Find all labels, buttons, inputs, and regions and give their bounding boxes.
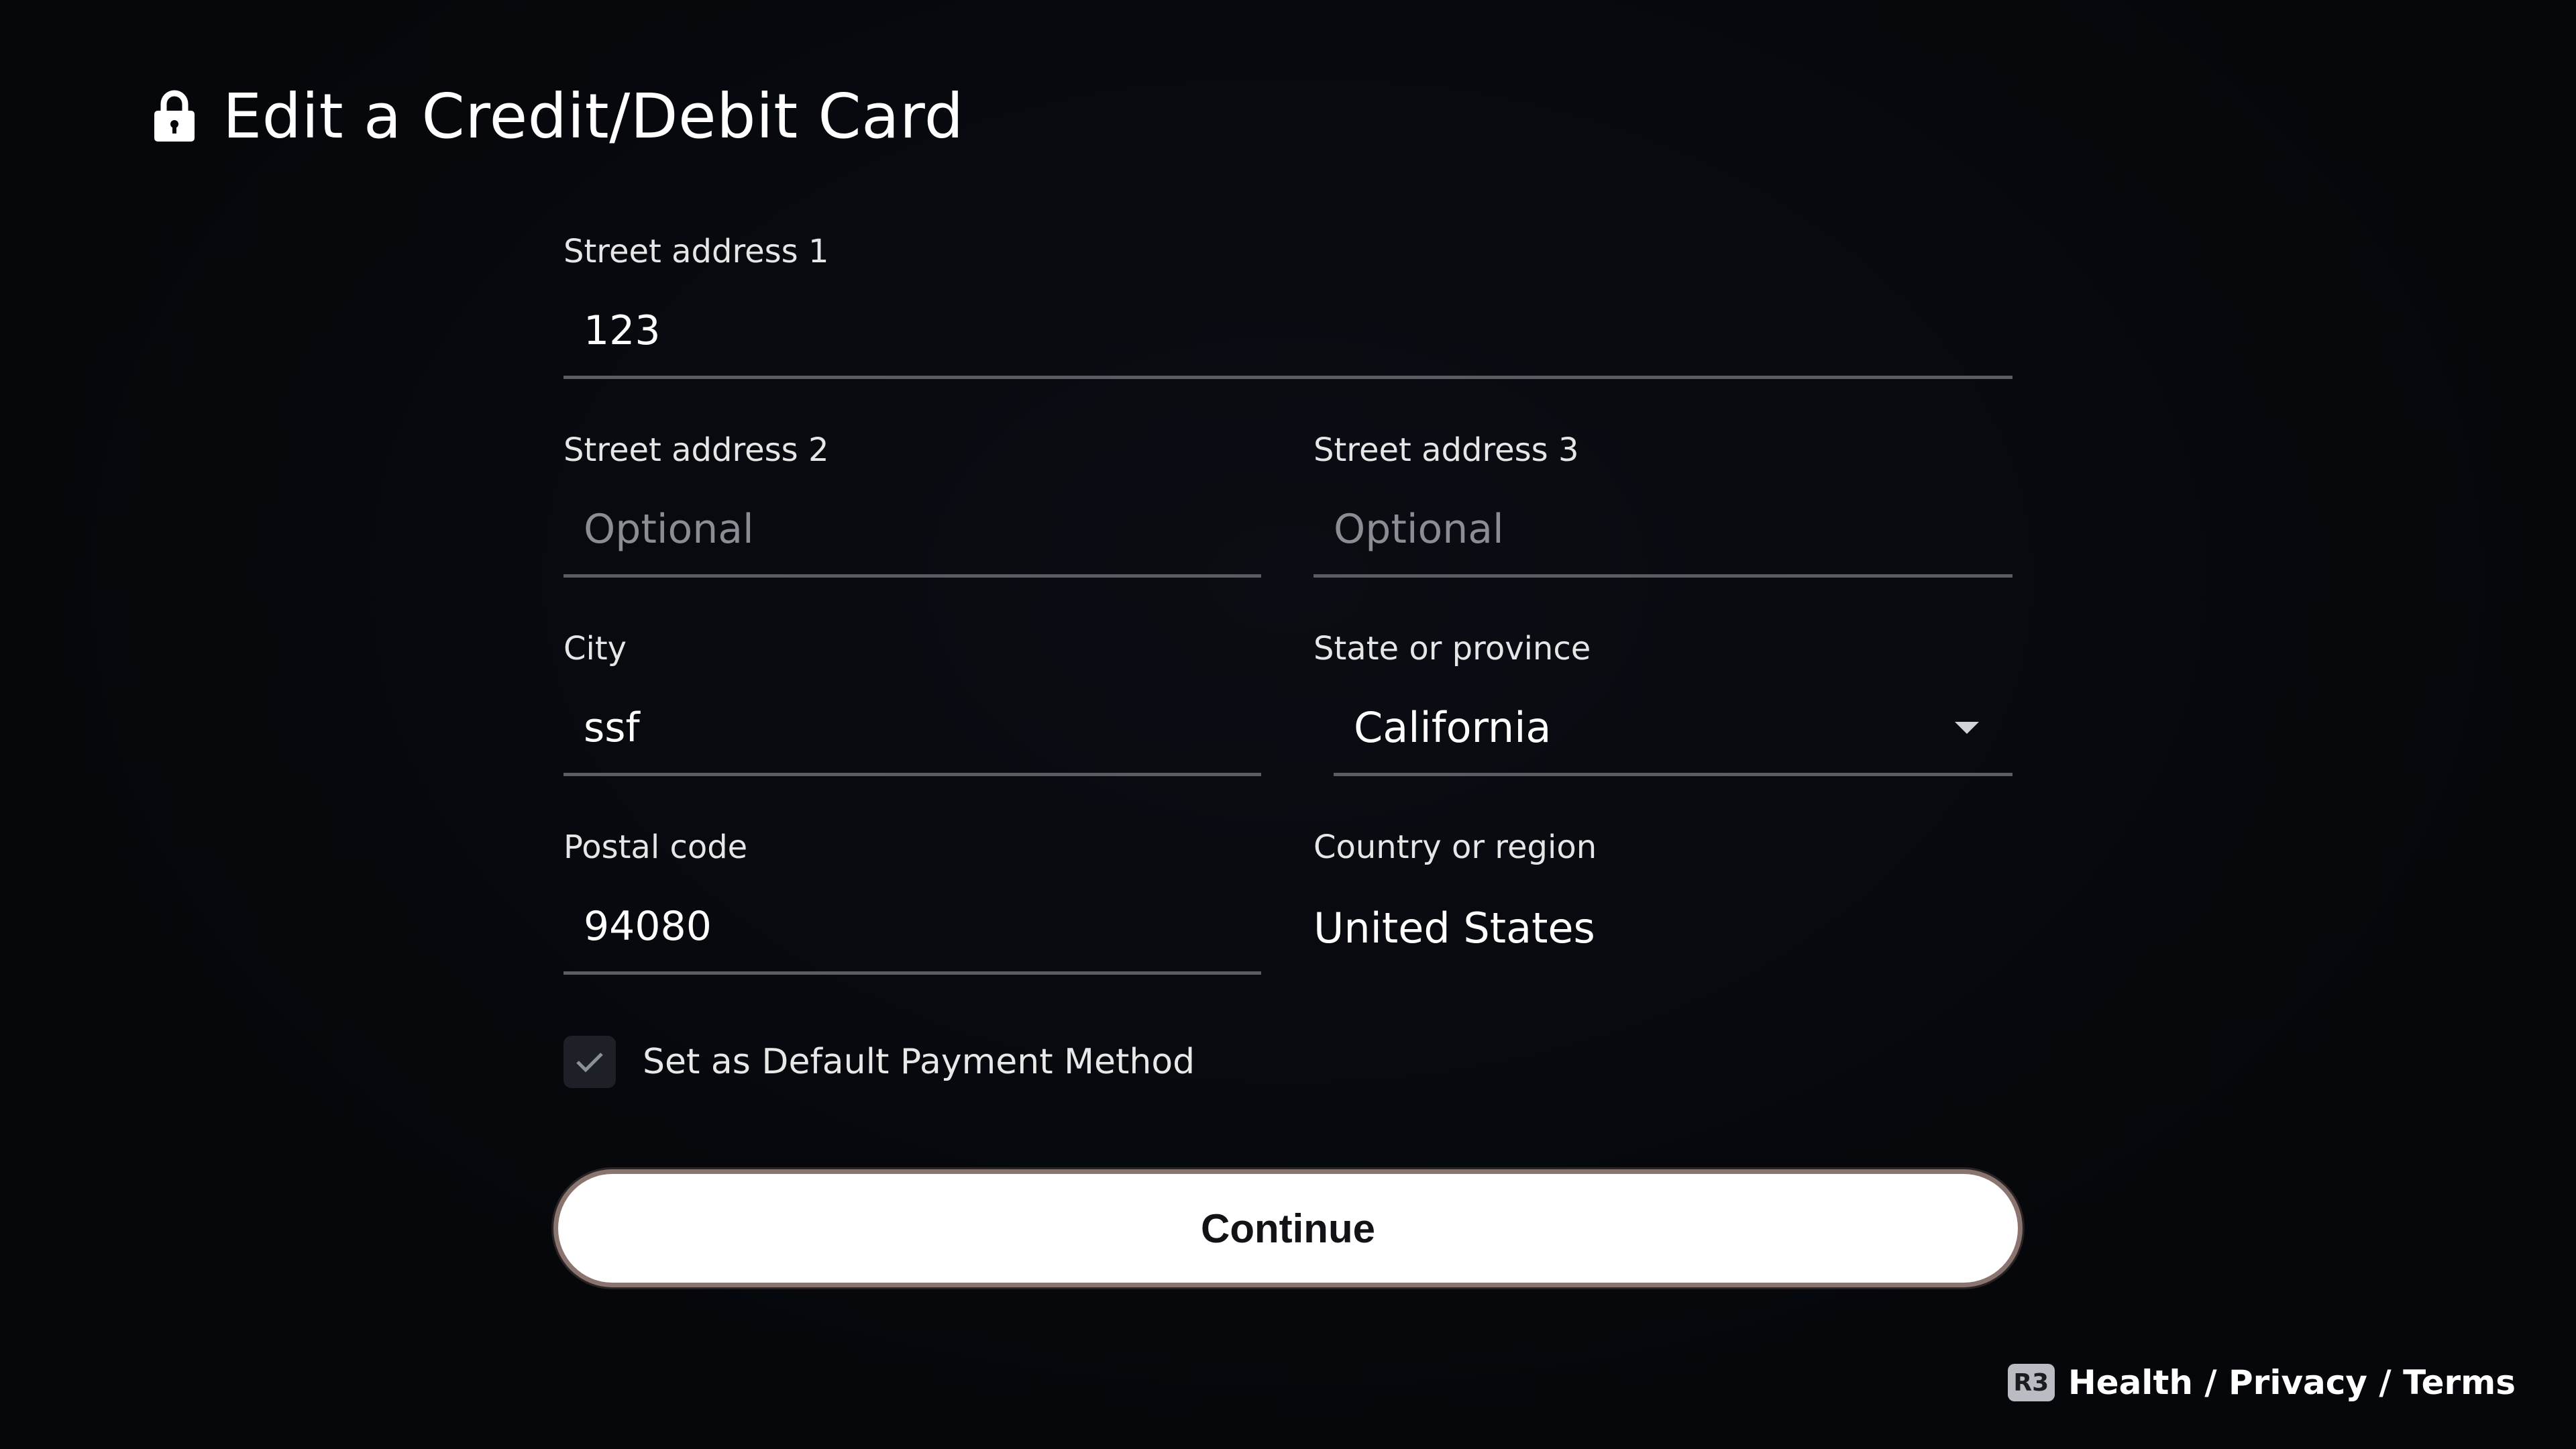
r3-button-icon: R3 [2007,1364,2055,1401]
street-address-3-field: Street address 3 Optional [1313,427,2012,594]
street-address-2-field: Street address 2 Optional [564,427,1261,594]
chevron-down-icon [1955,721,1979,734]
lock-icon [154,90,195,142]
street-address-2-label: Street address 2 [564,431,829,469]
postal-code-field: Postal code 94080 [564,824,1261,991]
country-field: Country or region United States [1313,824,2012,991]
page-header: Edit a Credit/Debit Card [153,72,964,160]
city-label: City [564,630,627,667]
street-address-3-label: Street address 3 [1313,431,1579,469]
state-select-value: California [1354,703,1552,752]
footer-links[interactable]: R3 Health / Privacy / Terms [2007,1363,2516,1402]
street-address-1-field: Street address 1 123 [564,228,2012,396]
health-privacy-terms-link[interactable]: Health / Privacy / Terms [2068,1363,2516,1402]
street-address-3-input[interactable]: Optional [1313,484,2012,578]
default-payment-row[interactable]: Set as Default Payment Method [564,1036,1195,1088]
postal-code-label: Postal code [564,828,748,866]
city-input[interactable]: ssf [564,682,1261,776]
state-label: State or province [1313,630,1591,667]
city-field: City ssf [564,625,1261,793]
street-address-1-label: Street address 1 [564,233,829,270]
postal-code-input[interactable]: 94080 [564,881,1261,975]
state-field: State or province California [1313,625,2012,793]
street-address-2-input[interactable]: Optional [564,484,1261,578]
default-payment-label: Set as Default Payment Method [643,1042,1195,1082]
default-payment-checkbox[interactable] [564,1036,616,1088]
country-value: United States [1313,903,1595,953]
continue-button[interactable]: Continue [558,1174,2018,1283]
country-label: Country or region [1313,828,1597,866]
state-select[interactable]: California [1334,682,2012,776]
street-address-1-input[interactable]: 123 [564,285,2012,379]
edit-card-page: Edit a Credit/Debit Card Street address … [0,0,2576,1449]
checkmark-icon [576,1053,603,1073]
page-title: Edit a Credit/Debit Card [223,80,964,152]
